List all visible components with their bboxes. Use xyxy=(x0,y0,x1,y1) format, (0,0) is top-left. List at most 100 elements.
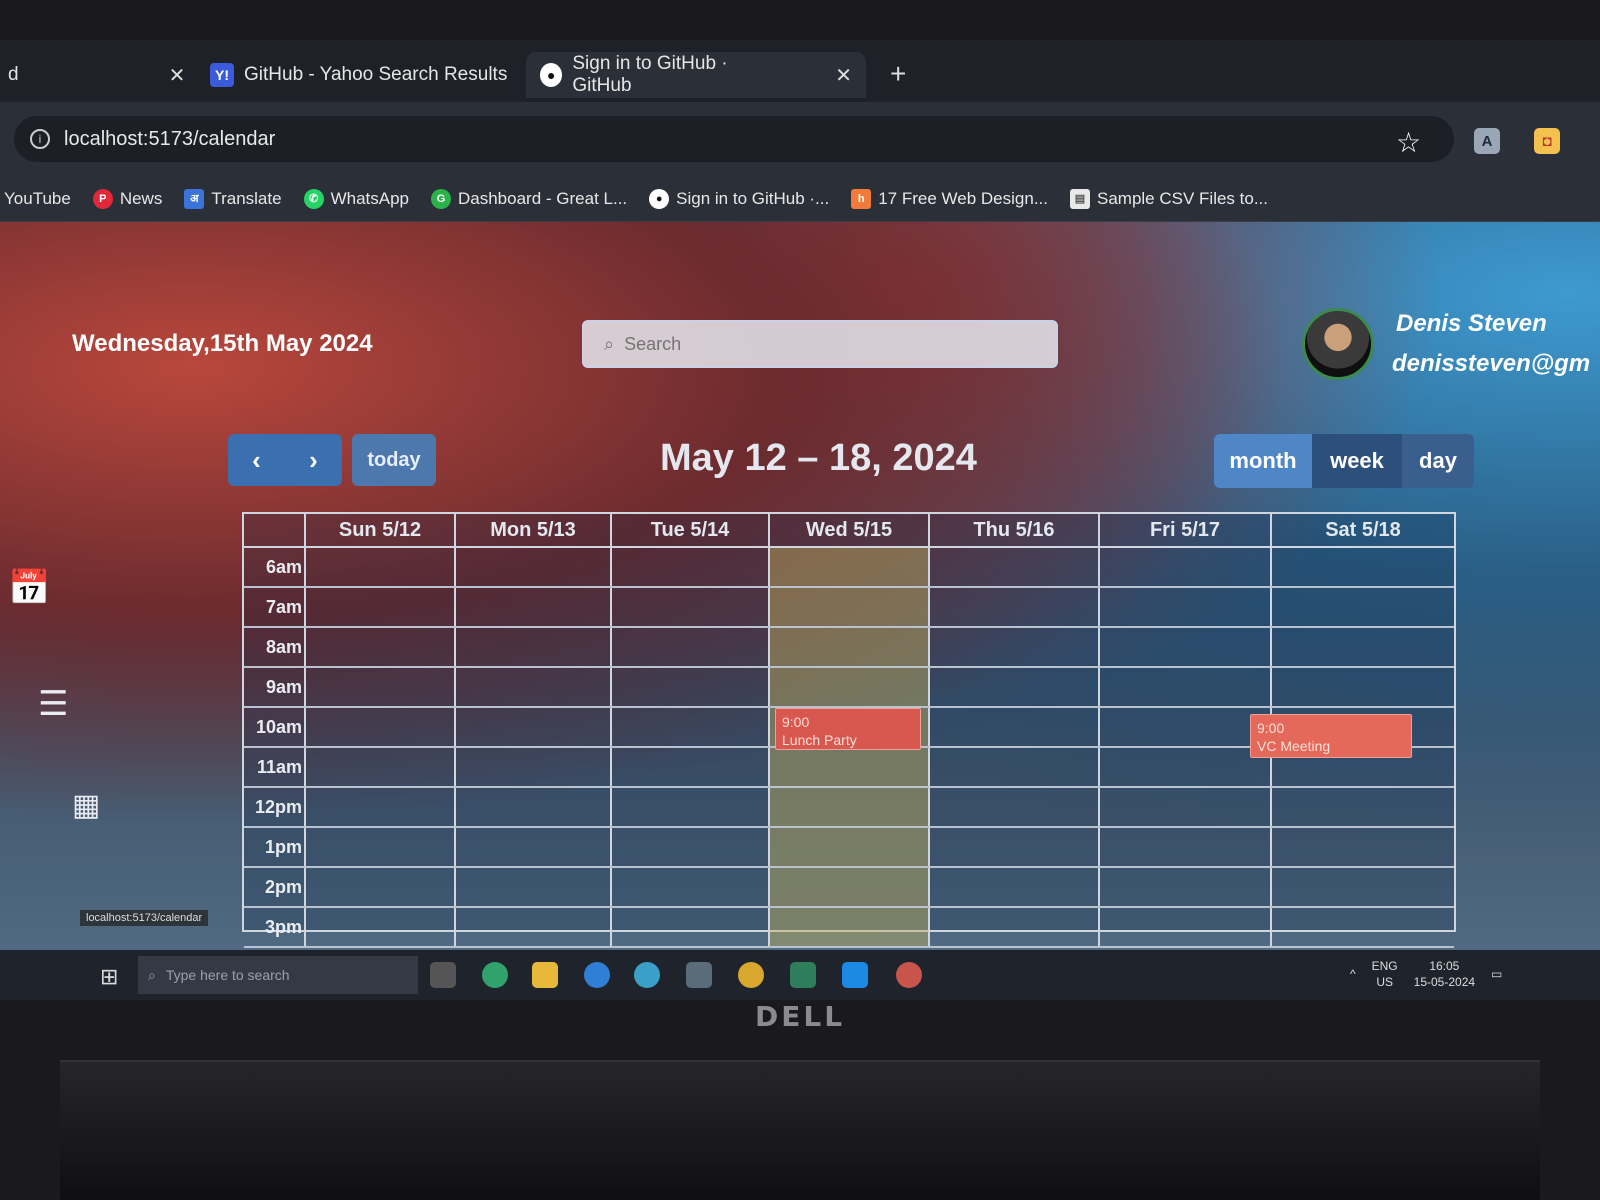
tab-yahoo-search[interactable]: Y! GitHub - Yahoo Search Results ✕ xyxy=(196,52,566,98)
time-slot[interactable] xyxy=(1270,628,1454,666)
time-slot[interactable] xyxy=(1270,548,1454,586)
time-slot[interactable] xyxy=(454,708,610,746)
time-slot[interactable] xyxy=(454,548,610,586)
time-slot[interactable] xyxy=(454,588,610,626)
time-slot[interactable] xyxy=(1270,668,1454,706)
time-slot[interactable] xyxy=(304,828,454,866)
file-explorer-icon[interactable] xyxy=(532,962,558,988)
time-slot[interactable] xyxy=(1270,908,1454,946)
avatar[interactable] xyxy=(1302,308,1374,380)
taskbar-search[interactable]: ⌕ Type here to search xyxy=(138,956,418,994)
clock[interactable]: 16:05 15-05-2024 xyxy=(1414,958,1475,990)
time-slot[interactable] xyxy=(928,868,1098,906)
omnibox[interactable]: i localhost:5173/calendar xyxy=(14,116,1454,162)
time-slot[interactable] xyxy=(1098,868,1270,906)
day-header[interactable]: Tue 5/14 xyxy=(610,514,768,546)
time-slot[interactable] xyxy=(610,908,768,946)
time-slot[interactable] xyxy=(304,548,454,586)
calendar-icon[interactable]: 📅 xyxy=(8,568,50,608)
time-slot[interactable] xyxy=(1098,748,1270,786)
time-slot[interactable] xyxy=(768,668,928,706)
time-slot[interactable] xyxy=(304,748,454,786)
time-slot[interactable] xyxy=(1098,548,1270,586)
time-slot[interactable] xyxy=(454,868,610,906)
bookmark-whatsapp[interactable]: ✆ WhatsApp xyxy=(303,188,409,209)
day-header[interactable]: Wed 5/15 xyxy=(768,514,928,546)
time-slot[interactable] xyxy=(610,708,768,746)
bookmark-github[interactable]: ● Sign in to GitHub ·... xyxy=(649,188,829,209)
search-input[interactable] xyxy=(624,333,1005,355)
bookmark-news[interactable]: P News xyxy=(92,188,162,209)
bookmark-web-design[interactable]: h 17 Free Web Design... xyxy=(851,188,1048,209)
bookmark-star-icon[interactable]: ☆ xyxy=(1396,126,1421,159)
time-slot[interactable] xyxy=(1270,788,1454,826)
task-view-icon[interactable] xyxy=(430,962,456,988)
extension-icon[interactable]: ◘ xyxy=(1534,128,1560,154)
month-view-button[interactable]: month xyxy=(1214,434,1312,488)
task-list-icon[interactable]: ☰ xyxy=(38,684,68,724)
time-slot[interactable] xyxy=(928,548,1098,586)
day-header[interactable]: Sun 5/12 xyxy=(304,514,454,546)
language-indicator[interactable]: ENG US xyxy=(1372,958,1398,990)
excel-icon[interactable] xyxy=(790,962,816,988)
internet-explorer-icon[interactable] xyxy=(584,962,610,988)
time-slot[interactable] xyxy=(610,548,768,586)
time-slot[interactable] xyxy=(610,788,768,826)
time-slot[interactable] xyxy=(928,828,1098,866)
time-slot[interactable] xyxy=(1098,668,1270,706)
site-info-icon[interactable]: i xyxy=(30,129,50,149)
photos-icon[interactable] xyxy=(686,962,712,988)
time-slot[interactable] xyxy=(304,588,454,626)
grid-table-icon[interactable]: ▦ xyxy=(72,788,100,823)
event-lunch-party[interactable]: 9:00 Lunch Party xyxy=(775,708,921,750)
time-slot[interactable] xyxy=(1270,828,1454,866)
bookmark-youtube[interactable]: YouTube xyxy=(4,189,71,209)
time-slot[interactable] xyxy=(610,668,768,706)
time-slot[interactable] xyxy=(610,748,768,786)
week-view-button[interactable]: week xyxy=(1312,434,1402,488)
day-header[interactable]: Mon 5/13 xyxy=(454,514,610,546)
notification-icon[interactable]: ▭ xyxy=(1491,967,1502,981)
time-slot[interactable] xyxy=(454,788,610,826)
time-slot[interactable] xyxy=(304,668,454,706)
time-slot[interactable] xyxy=(768,788,928,826)
time-slot[interactable] xyxy=(610,828,768,866)
day-header[interactable]: Thu 5/16 xyxy=(928,514,1098,546)
time-slot[interactable] xyxy=(928,668,1098,706)
time-slot[interactable] xyxy=(1098,828,1270,866)
time-slot[interactable] xyxy=(1098,628,1270,666)
time-slot[interactable] xyxy=(454,668,610,706)
windows-start-icon[interactable]: ⊞ xyxy=(100,964,118,990)
close-icon[interactable]: ✕ xyxy=(835,63,852,88)
time-slot[interactable] xyxy=(928,788,1098,826)
next-button[interactable]: › xyxy=(285,434,342,486)
url-text[interactable]: localhost:5173/calendar xyxy=(64,128,275,151)
time-slot[interactable] xyxy=(610,588,768,626)
search-bar[interactable]: ⌕ xyxy=(582,320,1058,368)
time-slot[interactable] xyxy=(610,868,768,906)
chevron-up-icon[interactable]: ^ xyxy=(1350,967,1356,981)
vscode-icon[interactable] xyxy=(842,962,868,988)
time-slot[interactable] xyxy=(928,588,1098,626)
time-slot[interactable] xyxy=(454,828,610,866)
day-header[interactable]: Fri 5/17 xyxy=(1098,514,1270,546)
bookmark-sample-csv[interactable]: ▤ Sample CSV Files to... xyxy=(1070,188,1268,209)
day-header[interactable]: Sat 5/18 xyxy=(1270,514,1454,546)
time-slot[interactable] xyxy=(610,628,768,666)
tab-github-signin[interactable]: ● Sign in to GitHub · GitHub ✕ xyxy=(526,52,866,98)
time-slot[interactable] xyxy=(768,828,928,866)
time-slot[interactable] xyxy=(304,908,454,946)
time-slot[interactable] xyxy=(1098,908,1270,946)
time-slot[interactable] xyxy=(928,908,1098,946)
event-vc-meeting[interactable]: 9:00 VC Meeting xyxy=(1250,714,1412,758)
time-slot[interactable] xyxy=(1098,708,1270,746)
bookmark-translate[interactable]: अ Translate xyxy=(184,188,282,209)
tab-partial[interactable]: d ✕ xyxy=(0,52,190,98)
time-slot[interactable] xyxy=(1098,788,1270,826)
time-slot[interactable] xyxy=(454,748,610,786)
prev-button[interactable]: ‹ xyxy=(228,434,285,486)
time-slot[interactable] xyxy=(768,908,928,946)
time-slot[interactable] xyxy=(1270,588,1454,626)
time-slot[interactable] xyxy=(768,548,928,586)
time-slot[interactable] xyxy=(304,708,454,746)
